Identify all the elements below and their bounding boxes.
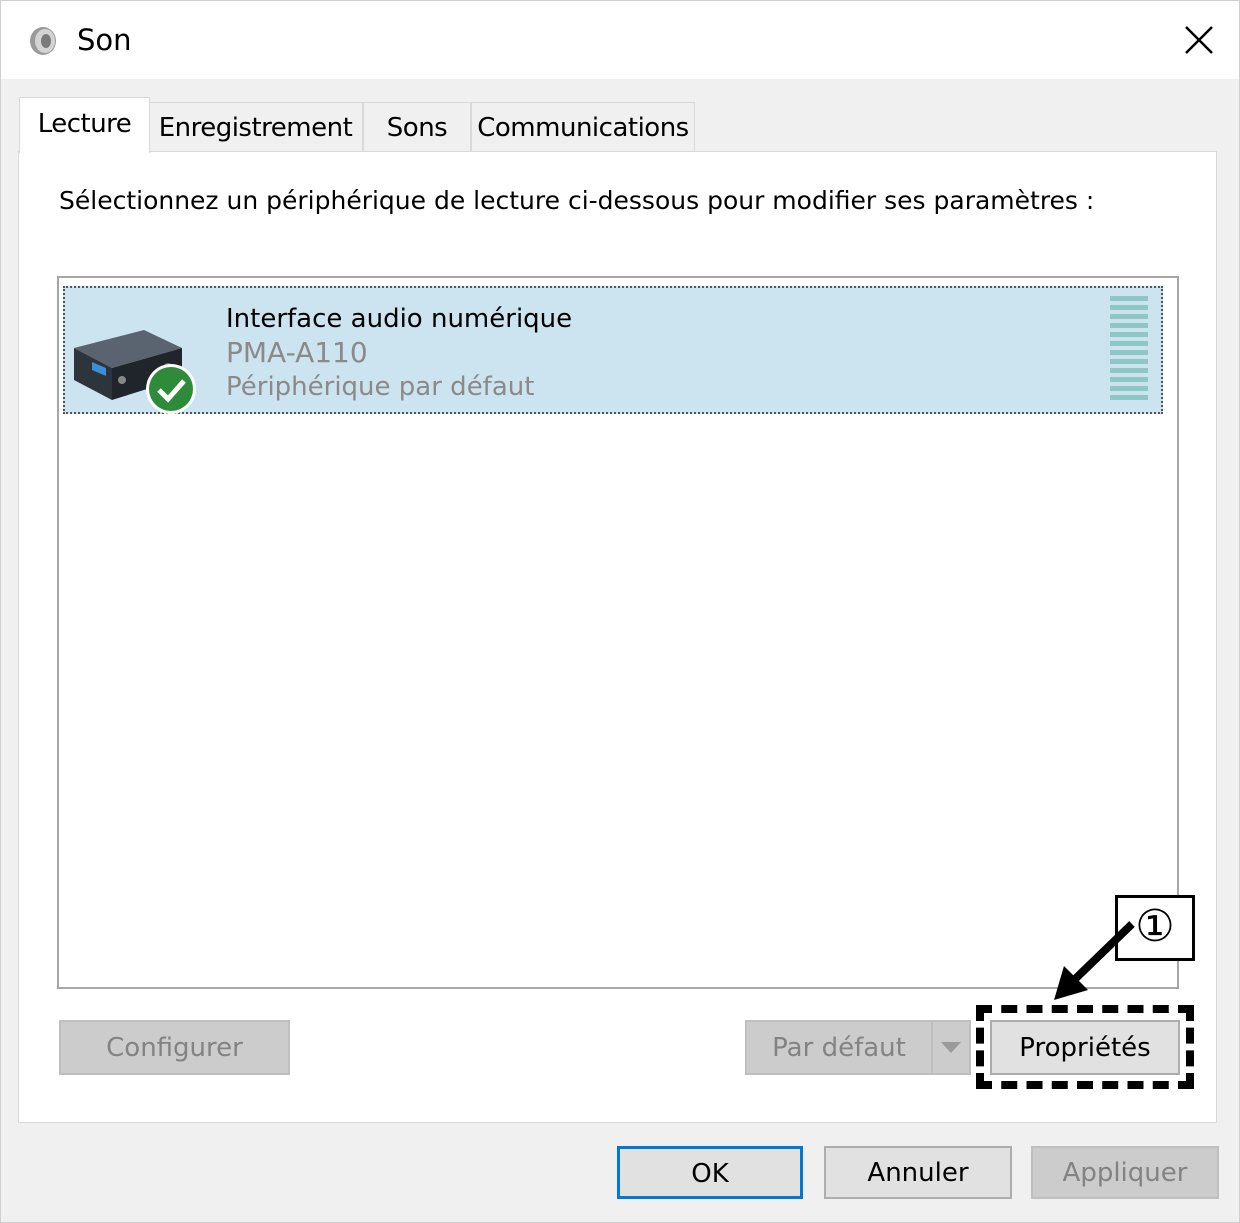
volume-meter [1110, 296, 1150, 402]
tab-lecture[interactable]: Lecture [19, 97, 150, 153]
callout-arrow-icon [1054, 921, 1135, 1000]
default-check-icon [146, 364, 196, 414]
tab-enregistrement[interactable]: Enregistrement [148, 102, 363, 151]
properties-highlight [976, 1005, 1194, 1089]
cancel-button[interactable]: Annuler [824, 1146, 1012, 1199]
speaker-icon [30, 27, 56, 55]
set-default-button[interactable]: Par défaut [745, 1020, 933, 1075]
close-button[interactable] [1168, 12, 1230, 68]
chevron-down-icon [941, 1041, 961, 1053]
apply-button[interactable]: Appliquer [1031, 1146, 1219, 1199]
ok-button[interactable]: OK [617, 1146, 803, 1199]
tab-sons[interactable]: Sons [363, 102, 471, 151]
title-bar [1, 1, 1239, 79]
device-status: Périphérique par défaut [226, 372, 535, 402]
set-default-dropdown[interactable] [931, 1020, 971, 1075]
configure-button[interactable]: Configurer [59, 1020, 290, 1075]
close-icon [1185, 26, 1213, 54]
device-name: Interface audio numérique [226, 304, 573, 334]
device-model: PMA-A110 [226, 336, 368, 369]
window-title: Son [77, 23, 132, 57]
tab-communications[interactable]: Communications [471, 102, 695, 151]
instruction-text: Sélectionnez un périphérique de lecture … [59, 186, 1095, 215]
